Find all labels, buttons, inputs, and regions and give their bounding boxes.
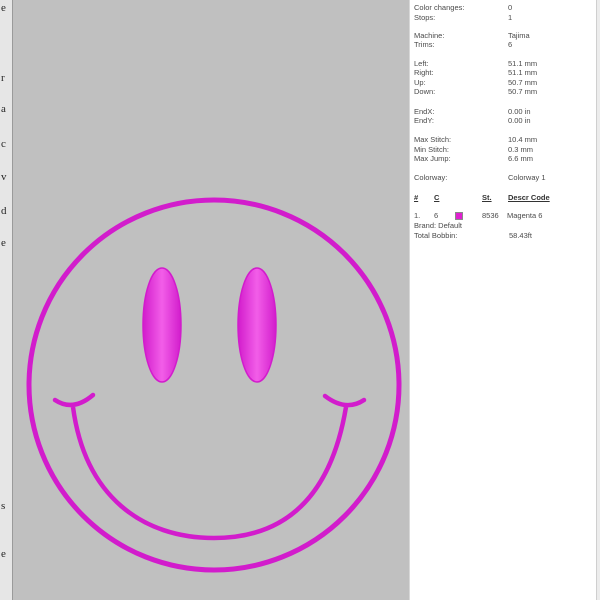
stat-color-changes: Color changes: 0: [414, 3, 513, 12]
design-info-panel: Color changes: 0 Stops: 1 Machine: Tajima T…: [409, 0, 600, 600]
partial-text-char: e: [1, 548, 6, 560]
stat-down: Down: 50.7 mm: [414, 87, 538, 96]
stat-endy: EndY: 0.00 in: [414, 116, 531, 125]
smile-mouth: [70, 406, 349, 541]
stat-trims: Trims: 6: [414, 40, 513, 49]
total-bobbin-value: 58.43ft: [509, 231, 532, 240]
brand-label: Brand: Default: [414, 221, 462, 230]
partial-text-char: s: [1, 500, 6, 512]
right-cheek-dimple: [322, 393, 367, 408]
partial-text-char: e: [1, 237, 6, 249]
partial-text-char: a: [1, 103, 6, 115]
right-window-edge: [596, 0, 600, 600]
left-eye: [142, 267, 182, 383]
thread-row-color-number: 6: [434, 211, 439, 220]
col-header-color: C: [434, 193, 440, 202]
partial-text-char: c: [1, 138, 6, 150]
left-window-strip: e r a c v d e s e: [0, 0, 12, 600]
thread-color-swatch: [455, 212, 463, 220]
partial-text-char: d: [1, 205, 7, 217]
partial-text-char: r: [1, 72, 5, 84]
partial-text-char: v: [1, 171, 7, 183]
thread-row-stitches: 8536: [482, 211, 499, 220]
partial-text-char: e: [1, 2, 6, 14]
stat-right: Right: 51.1 mm: [414, 68, 538, 77]
stat-max-jump: Max Jump: 6.6 mm: [414, 154, 534, 163]
thread-row-description: Magenta 6: [507, 211, 543, 220]
stat-stops: Stops: 1: [414, 13, 513, 22]
smiley-face-design: [26, 197, 402, 573]
right-eye: [237, 267, 277, 383]
design-canvas[interactable]: [12, 0, 409, 600]
col-header-number: #: [414, 193, 419, 202]
total-bobbin-label: Total Bobbin:: [414, 231, 458, 240]
stat-max-stitch: Max Stitch: 10.4 mm: [414, 135, 538, 144]
face-outline: [26, 197, 402, 573]
col-header-stitches: St.: [482, 193, 492, 202]
left-cheek-dimple: [52, 392, 96, 408]
thread-row-number: 1.: [414, 211, 421, 220]
col-header-descr-code: Descr Code: [508, 193, 550, 202]
stat-colorway: Colorway: Colorway 1: [414, 173, 546, 182]
